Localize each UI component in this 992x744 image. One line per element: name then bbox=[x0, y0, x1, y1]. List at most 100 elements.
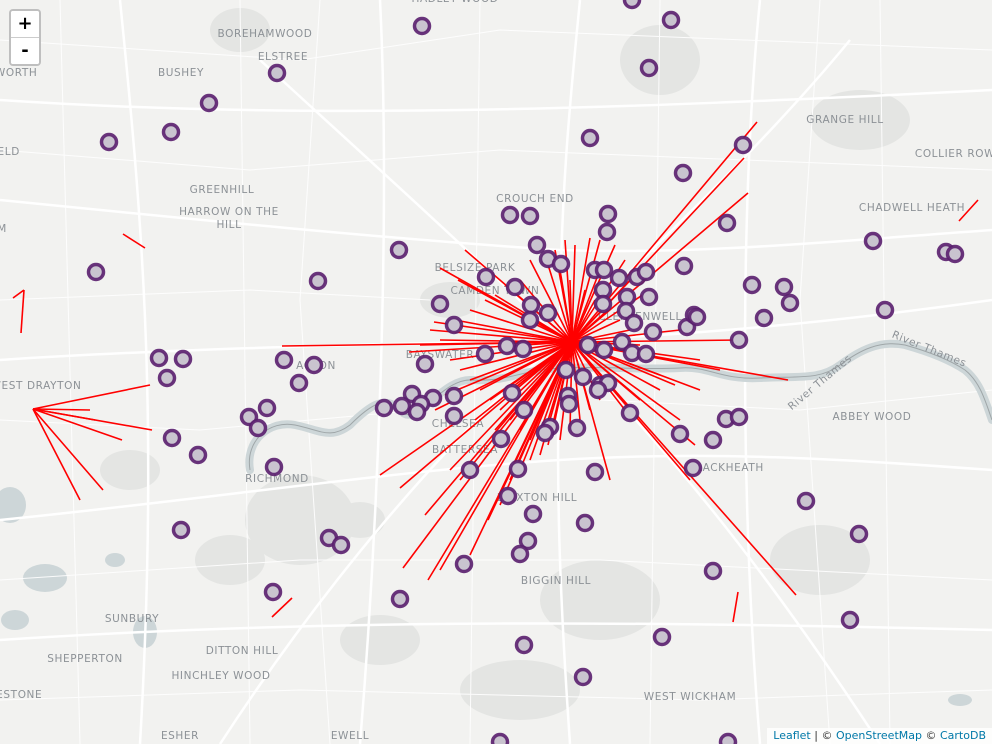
station-marker[interactable] bbox=[407, 402, 427, 422]
station-marker[interactable] bbox=[733, 135, 753, 155]
station-marker[interactable] bbox=[729, 407, 749, 427]
station-marker[interactable] bbox=[661, 10, 681, 30]
station-marker[interactable] bbox=[703, 430, 723, 450]
station-marker[interactable] bbox=[588, 380, 608, 400]
station-marker[interactable] bbox=[620, 403, 640, 423]
station-marker[interactable] bbox=[840, 610, 860, 630]
station-marker[interactable] bbox=[639, 287, 659, 307]
station-marker[interactable] bbox=[849, 524, 869, 544]
station-marker[interactable] bbox=[622, 0, 642, 10]
station-marker[interactable] bbox=[304, 355, 324, 375]
station-marker[interactable] bbox=[863, 231, 883, 251]
station-marker[interactable] bbox=[99, 132, 119, 152]
station-marker[interactable] bbox=[673, 163, 693, 183]
station-marker[interactable] bbox=[510, 544, 530, 564]
station-marker[interactable] bbox=[945, 244, 965, 264]
station-marker[interactable] bbox=[593, 294, 613, 314]
station-marker[interactable] bbox=[331, 535, 351, 555]
station-marker[interactable] bbox=[652, 627, 672, 647]
leaflet-link[interactable]: Leaflet bbox=[773, 729, 810, 742]
station-marker[interactable] bbox=[683, 458, 703, 478]
station-marker[interactable] bbox=[754, 308, 774, 328]
station-marker[interactable] bbox=[508, 459, 528, 479]
station-marker[interactable] bbox=[491, 429, 511, 449]
station-marker[interactable] bbox=[497, 336, 517, 356]
station-marker[interactable] bbox=[412, 16, 432, 36]
station-marker[interactable] bbox=[580, 128, 600, 148]
station-marker[interactable] bbox=[392, 396, 412, 416]
station-marker[interactable] bbox=[390, 589, 410, 609]
station-marker[interactable] bbox=[257, 398, 277, 418]
station-marker[interactable] bbox=[578, 335, 598, 355]
station-marker[interactable] bbox=[505, 277, 525, 297]
station-marker[interactable] bbox=[460, 460, 480, 480]
station-marker[interactable] bbox=[718, 732, 738, 744]
station-marker[interactable] bbox=[639, 58, 659, 78]
station-marker[interactable] bbox=[149, 348, 169, 368]
station-marker[interactable] bbox=[594, 340, 614, 360]
station-marker[interactable] bbox=[609, 268, 629, 288]
station-marker[interactable] bbox=[289, 373, 309, 393]
station-marker[interactable] bbox=[513, 339, 533, 359]
station-marker[interactable] bbox=[585, 462, 605, 482]
carto-link[interactable]: CartoDB bbox=[940, 729, 986, 742]
station-marker[interactable] bbox=[521, 295, 541, 315]
station-marker[interactable] bbox=[514, 400, 534, 420]
station-marker[interactable] bbox=[490, 732, 510, 744]
station-marker[interactable] bbox=[267, 63, 287, 83]
station-marker[interactable] bbox=[444, 386, 464, 406]
station-marker[interactable] bbox=[535, 423, 555, 443]
station-marker[interactable] bbox=[729, 330, 749, 350]
station-marker[interactable] bbox=[476, 267, 496, 287]
station-marker[interactable] bbox=[598, 204, 618, 224]
zoom-in-button[interactable]: + bbox=[11, 11, 39, 37]
station-marker[interactable] bbox=[171, 520, 191, 540]
station-marker[interactable] bbox=[875, 300, 895, 320]
station-marker[interactable] bbox=[520, 310, 540, 330]
station-marker[interactable] bbox=[670, 424, 690, 444]
station-marker[interactable] bbox=[444, 315, 464, 335]
station-marker[interactable] bbox=[636, 262, 656, 282]
station-marker[interactable] bbox=[514, 635, 534, 655]
station-marker[interactable] bbox=[389, 240, 409, 260]
station-marker[interactable] bbox=[157, 368, 177, 388]
station-marker[interactable] bbox=[559, 394, 579, 414]
station-marker[interactable] bbox=[674, 256, 694, 276]
station-marker[interactable] bbox=[264, 457, 284, 477]
station-marker[interactable] bbox=[199, 93, 219, 113]
station-marker[interactable] bbox=[500, 205, 520, 225]
station-marker[interactable] bbox=[780, 293, 800, 313]
station-marker[interactable] bbox=[430, 294, 450, 314]
zoom-out-button[interactable]: - bbox=[11, 37, 39, 64]
station-marker[interactable] bbox=[520, 206, 540, 226]
station-marker[interactable] bbox=[703, 561, 723, 581]
station-marker[interactable] bbox=[575, 513, 595, 533]
station-marker[interactable] bbox=[573, 667, 593, 687]
osm-link[interactable]: OpenStreetMap bbox=[836, 729, 922, 742]
station-marker[interactable] bbox=[687, 307, 707, 327]
station-marker[interactable] bbox=[624, 313, 644, 333]
station-marker[interactable] bbox=[538, 303, 558, 323]
station-marker[interactable] bbox=[498, 486, 518, 506]
station-marker[interactable] bbox=[796, 491, 816, 511]
station-marker[interactable] bbox=[502, 383, 522, 403]
station-marker[interactable] bbox=[374, 398, 394, 418]
station-marker[interactable] bbox=[161, 122, 181, 142]
station-marker[interactable] bbox=[86, 262, 106, 282]
station-marker[interactable] bbox=[308, 271, 328, 291]
station-marker[interactable] bbox=[444, 406, 464, 426]
station-marker[interactable] bbox=[454, 554, 474, 574]
station-marker[interactable] bbox=[527, 235, 547, 255]
station-marker[interactable] bbox=[597, 222, 617, 242]
station-marker[interactable] bbox=[567, 418, 587, 438]
station-marker[interactable] bbox=[415, 354, 435, 374]
station-marker[interactable] bbox=[248, 418, 268, 438]
station-marker[interactable] bbox=[173, 349, 193, 369]
station-marker[interactable] bbox=[551, 254, 571, 274]
station-marker[interactable] bbox=[636, 344, 656, 364]
station-marker[interactable] bbox=[556, 360, 576, 380]
map-canvas[interactable]: BOREHAMWOOD ELSTREE BUSHEY ICKMANSWORTH REFI… bbox=[0, 0, 992, 744]
station-marker[interactable] bbox=[573, 367, 593, 387]
station-marker[interactable] bbox=[717, 213, 737, 233]
station-marker[interactable] bbox=[594, 260, 614, 280]
